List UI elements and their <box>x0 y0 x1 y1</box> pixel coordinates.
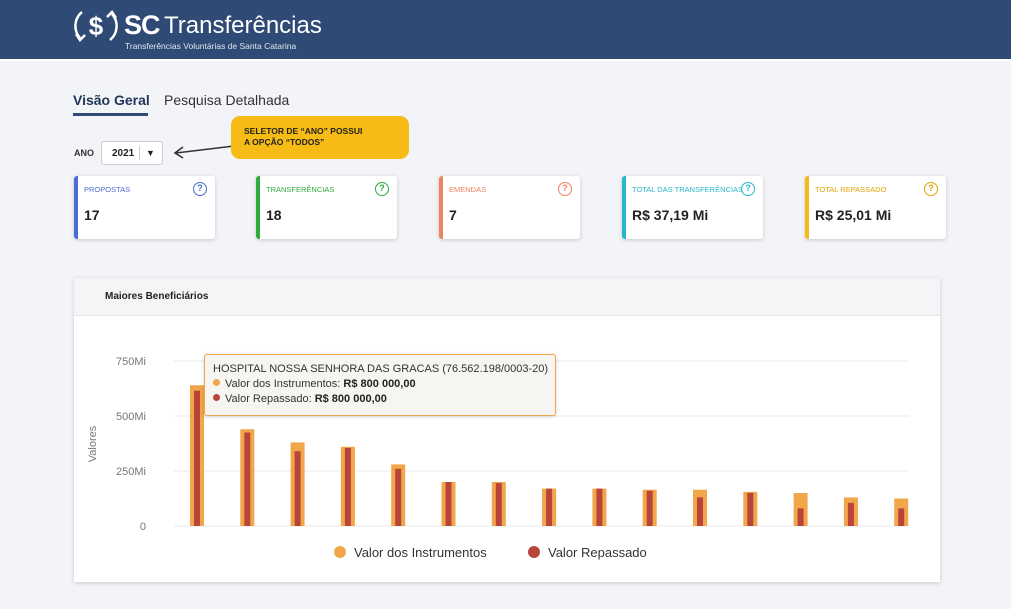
bar-repassado <box>495 483 502 526</box>
bar-repassado <box>344 447 351 526</box>
help-icon[interactable]: ? <box>375 182 389 196</box>
card-value: 18 <box>266 207 282 223</box>
help-icon[interactable]: ? <box>924 182 938 196</box>
y-axis-label: Valores <box>87 425 99 462</box>
active-tab-indicator <box>73 113 148 116</box>
tooltip-row-repassado: Valor Repassado: R$ 800 000,00 <box>213 392 555 407</box>
tooltip-row-value: R$ 800 000,00 <box>343 378 416 390</box>
callout-line-1: SELETOR DE “ANO” POSSUI <box>244 126 363 136</box>
bar-repassado <box>797 508 804 526</box>
header-divider <box>0 59 1011 61</box>
help-icon[interactable]: ? <box>193 182 207 196</box>
chart-tooltip: HOSPITAL NOSSA SENHORA DAS GRACAS (76.56… <box>204 354 556 416</box>
card-accent-bar <box>805 176 809 239</box>
bar-repassado <box>244 432 251 526</box>
logo-name-text: Transferências <box>164 12 322 39</box>
annotation-callout: SELETOR DE “ANO” POSSUI A OPÇÃO “TODOS” <box>231 116 409 159</box>
y-tick-label: 500Mi <box>116 411 146 423</box>
legend-label: Valor dos Instrumentos <box>354 545 487 560</box>
y-tick-label: 250Mi <box>116 466 146 478</box>
card-value: R$ 25,01 Mi <box>815 207 892 223</box>
bar-repassado <box>697 497 703 526</box>
chart-panel-title: Maiores Beneficiários <box>105 291 209 302</box>
legend-dot-icon <box>213 379 220 386</box>
card-title: PROPOSTAS <box>84 185 131 194</box>
callout-line-2: A OPÇÃO “TODOS” <box>244 137 325 147</box>
bar-repassado <box>596 488 603 526</box>
card-title: TOTAL REPASSADO <box>815 185 887 194</box>
card-transferencias[interactable]: TRANSFERÊNCIAS ? 18 <box>256 176 397 239</box>
card-total-repassado[interactable]: TOTAL REPASSADO ? R$ 25,01 Mi <box>805 176 946 239</box>
bar-repassado <box>395 468 402 526</box>
tooltip-row-value: R$ 800 000,00 <box>314 393 387 405</box>
beneficiaries-chart-panel: Maiores Beneficiários 0 250Mi 500Mi 750Mi Va… <box>74 278 940 582</box>
svg-text:$: $ <box>89 11 104 41</box>
y-tick-label: 0 <box>140 521 146 533</box>
bar-repassado <box>294 451 301 526</box>
tooltip-row-label: Valor Repassado: <box>225 393 312 405</box>
card-accent-bar <box>622 176 626 239</box>
card-accent-bar <box>256 176 260 239</box>
bar-repassado <box>847 502 854 526</box>
card-emendas[interactable]: EMENDAS ? 7 <box>439 176 580 239</box>
tooltip-row-instrumentos: Valor dos Instrumentos: R$ 800 000,00 <box>213 377 555 392</box>
logo-sc-text: SC <box>124 10 161 40</box>
caret-down-icon[interactable]: ▼ <box>146 148 155 158</box>
legend-label: Valor Repassado <box>548 545 647 560</box>
logo-subtitle: Transferências Voluntárias de Santa Cata… <box>125 41 297 51</box>
bar-repassado <box>546 488 553 526</box>
year-select-value: 2021 <box>112 148 135 159</box>
tab-pesquisa-detalhada[interactable]: Pesquisa Detalhada <box>164 92 289 108</box>
tooltip-title: HOSPITAL NOSSA SENHORA DAS GRACAS (76.56… <box>213 363 549 375</box>
help-icon[interactable]: ? <box>741 182 755 196</box>
dollar-arrows-icon: $ <box>74 10 118 42</box>
annotation-arrow-icon <box>173 145 235 159</box>
app-header: $ SC Transferências Transferências Volun… <box>0 0 1011 59</box>
bar-repassado <box>646 490 653 526</box>
card-title: EMENDAS <box>449 185 487 194</box>
legend-dot-icon <box>528 546 540 558</box>
legend-dot-icon <box>334 546 346 558</box>
help-icon[interactable]: ? <box>558 182 572 196</box>
card-value: 17 <box>84 207 100 223</box>
y-tick-label: 750Mi <box>116 356 146 368</box>
chart-panel-header: Maiores Beneficiários <box>74 278 940 316</box>
bar-repassado <box>898 508 905 526</box>
year-select[interactable]: 2021 ▼ <box>101 141 163 165</box>
legend-dot-icon <box>213 394 220 401</box>
tooltip-row-label: Valor dos Instrumentos: <box>225 378 341 390</box>
card-value: 7 <box>449 207 457 223</box>
select-divider <box>139 146 140 160</box>
tab-visao-geral[interactable]: Visão Geral <box>73 92 150 108</box>
bar-repassado <box>445 482 452 526</box>
card-total-transferencias[interactable]: TOTAL DAS TRANSFERÊNCIAS ? R$ 37,19 Mi <box>622 176 763 239</box>
card-accent-bar <box>439 176 443 239</box>
bar-repassado <box>194 390 200 526</box>
year-filter-label: ANO <box>74 148 94 158</box>
card-accent-bar <box>74 176 78 239</box>
card-title: TRANSFERÊNCIAS <box>266 185 335 194</box>
card-title: TOTAL DAS TRANSFERÊNCIAS <box>632 185 743 194</box>
card-value: R$ 37,19 Mi <box>632 207 709 223</box>
bar-repassado <box>747 493 754 526</box>
card-propostas[interactable]: PROPOSTAS ? 17 <box>74 176 215 239</box>
